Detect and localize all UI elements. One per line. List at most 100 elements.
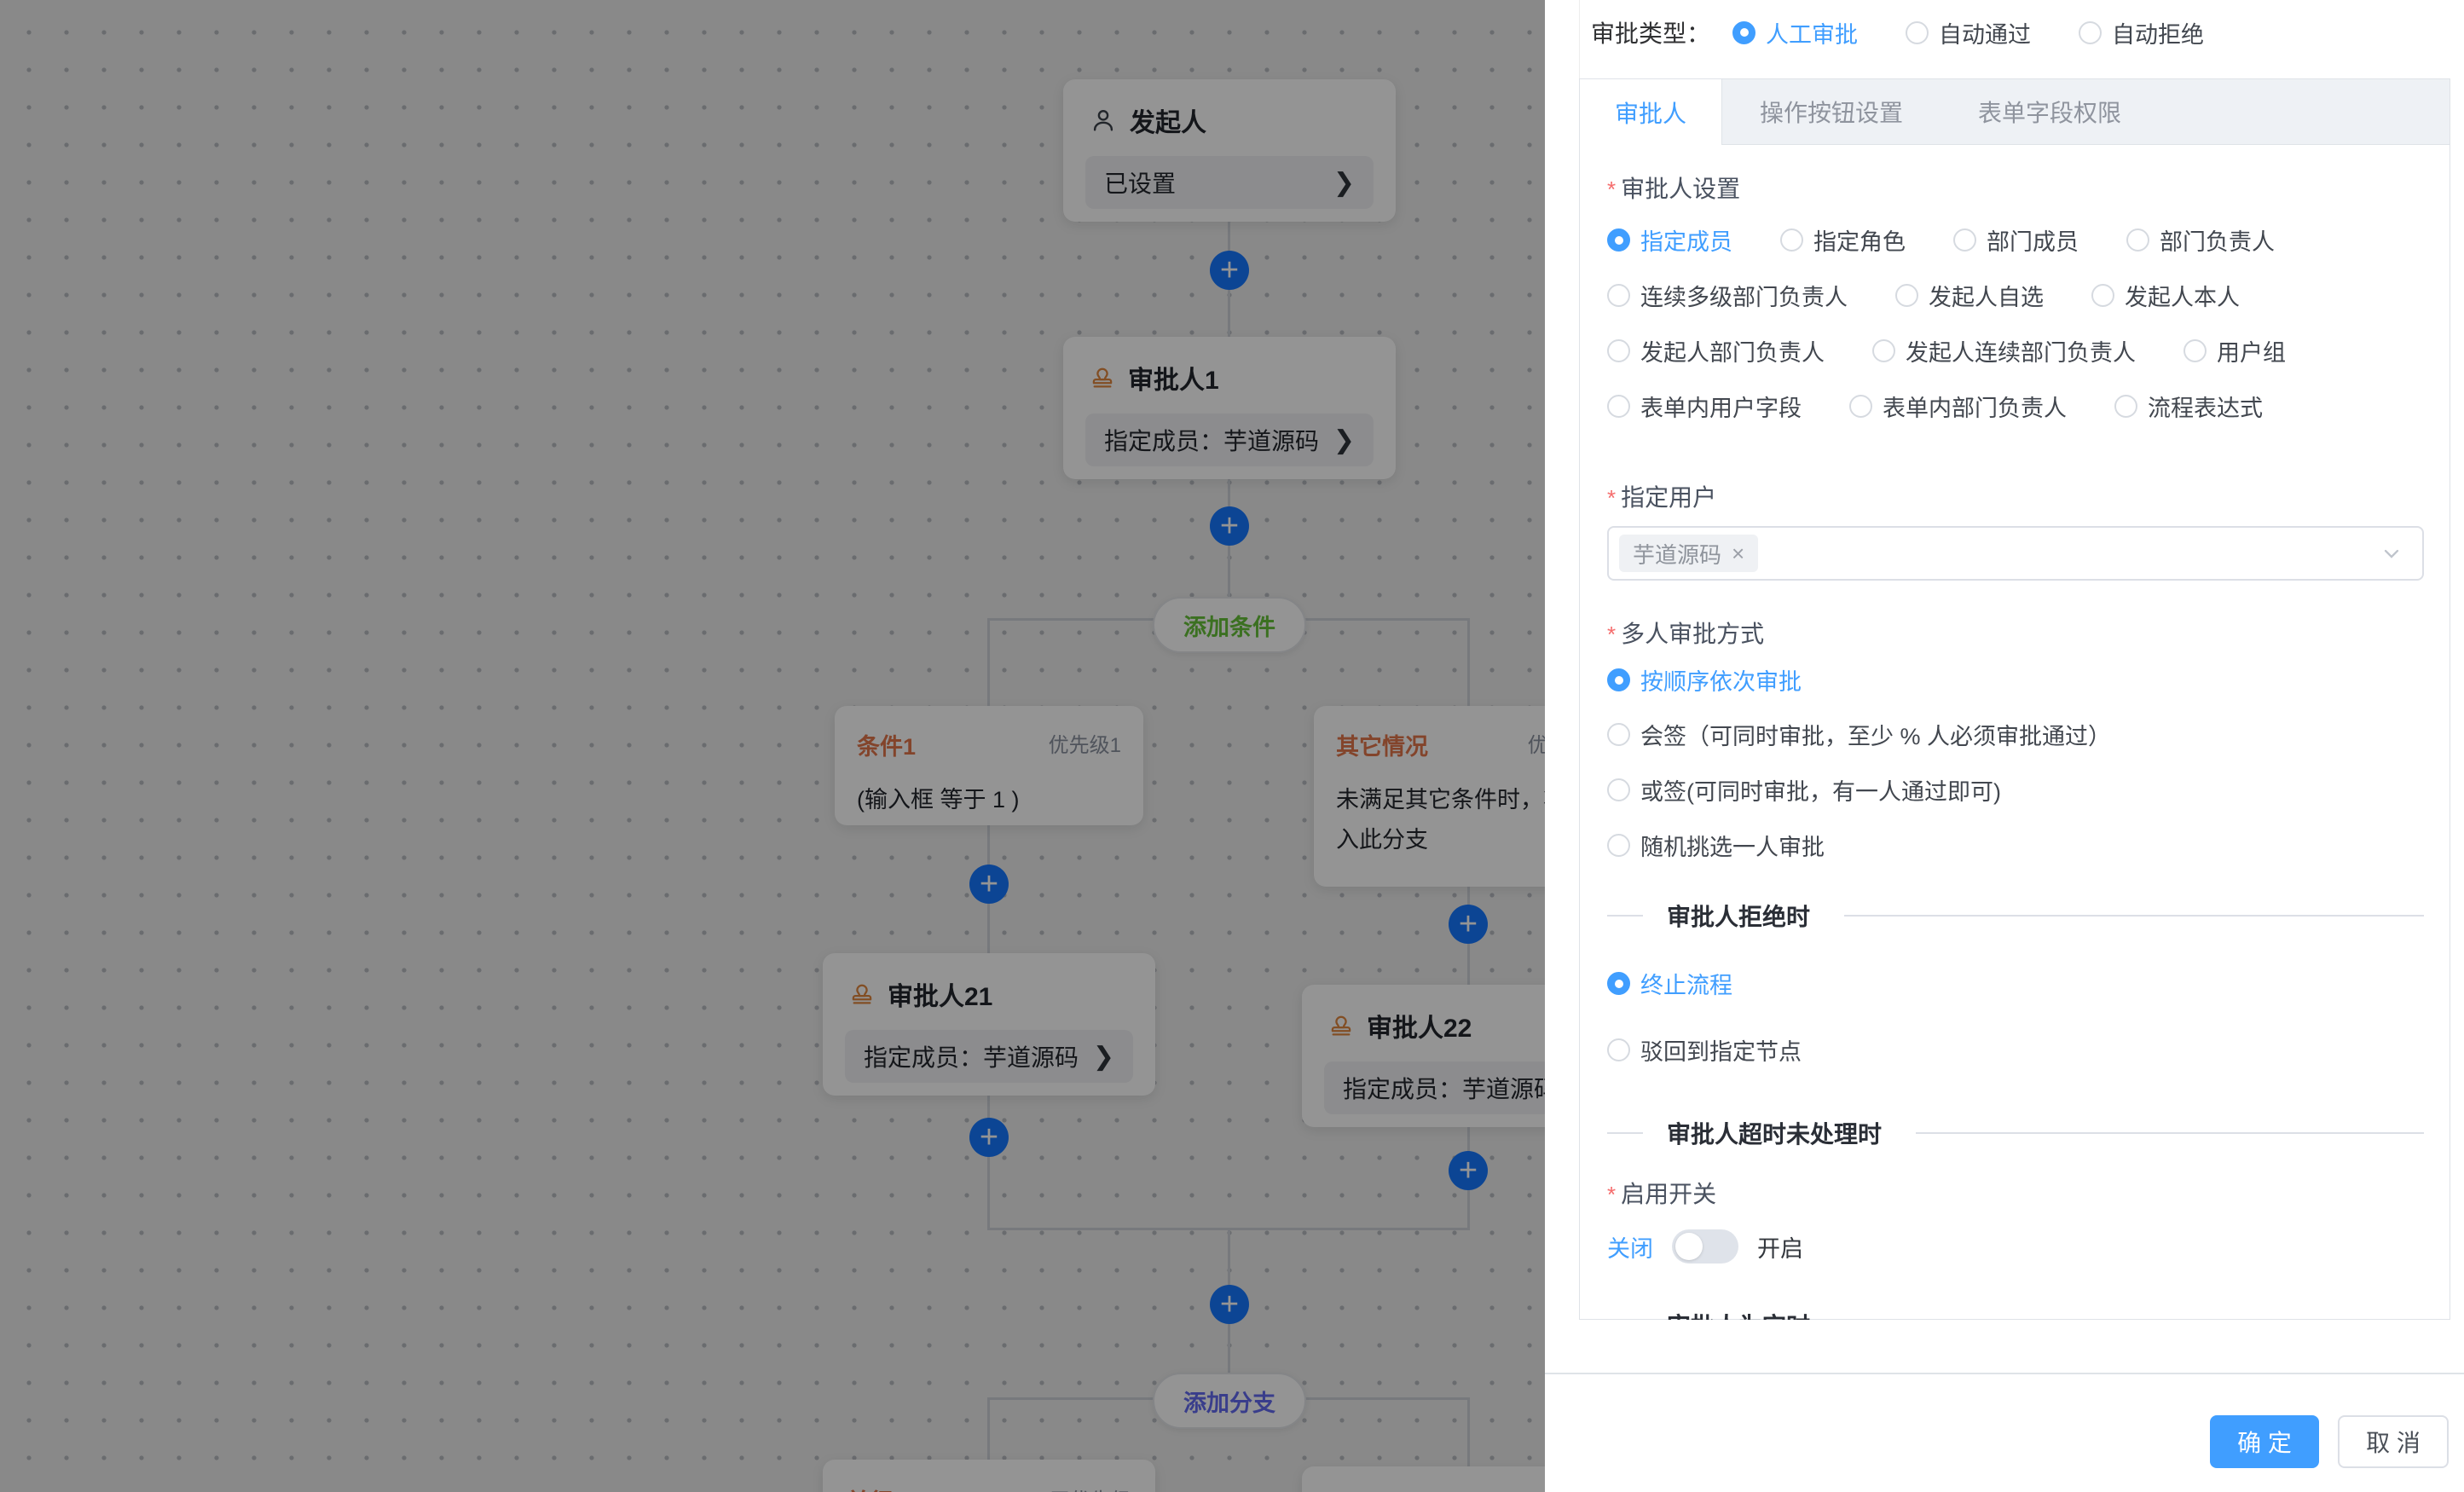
timeout-switch-row: 关闭 开启 <box>1607 1229 2424 1264</box>
timeout-enable-toggle[interactable] <box>1672 1229 1738 1264</box>
radio-label: 驳回到指定节点 <box>1640 1033 1802 1067</box>
radio-icon <box>1607 972 1630 995</box>
radio-label: 用户组 <box>2217 334 2286 367</box>
tab-approver[interactable]: 审批人 <box>1580 79 1722 145</box>
radio-starter-dept-leader[interactable]: 发起人部门负责人 <box>1607 334 1825 367</box>
empty-section-divider: 审批人为空时 <box>1607 1308 2424 1320</box>
toggle-knob <box>1675 1233 1703 1260</box>
switch-off-label: 关闭 <box>1607 1230 1653 1264</box>
radio-assigned-role[interactable]: 指定角色 <box>1780 223 1906 257</box>
radio-icon <box>2114 395 2137 418</box>
user-tag-text: 芋道源码 <box>1633 538 1721 570</box>
assign-user-label: 指定用户 <box>1607 479 2424 513</box>
radio-label: 按顺序依次审批 <box>1640 663 1802 697</box>
radio-icon <box>1607 668 1630 691</box>
tab-pane-approver: 审批人设置 指定成员 指定角色 部门成员 部门负责人 连续多级部门负责人 发起人… <box>1580 145 2450 1320</box>
radio-label: 表单内部门负责人 <box>1883 390 2067 423</box>
radio-icon <box>1780 228 1803 252</box>
approval-type-label: 审批类型： <box>1591 15 1710 49</box>
config-tabs: 审批人 操作按钮设置 表单字段权限 审批人设置 指定成员 指定角色 部门成员 部… <box>1579 78 2450 1320</box>
radio-return-to-node[interactable]: 驳回到指定节点 <box>1607 1033 1802 1067</box>
radio-terminate-process[interactable]: 终止流程 <box>1607 967 1732 1000</box>
radio-starter-self-select[interactable]: 发起人自选 <box>1895 279 2044 312</box>
radio-label: 指定角色 <box>1813 223 1906 257</box>
approver-setting-row3: 发起人部门负责人 发起人连续部门负责人 用户组 <box>1607 334 2424 367</box>
tag-close-icon[interactable]: × <box>1732 541 1744 567</box>
timeout-section-divider: 审批人超时未处理时 <box>1607 1116 2424 1150</box>
radio-label: 部门成员 <box>1987 223 2079 257</box>
radio-icon <box>1953 228 1976 252</box>
radio-icon <box>1607 834 1630 857</box>
radio-icon <box>1607 1038 1630 1061</box>
tab-button-settings[interactable]: 操作按钮设置 <box>1722 79 1941 144</box>
panel-footer: 确 定 取 消 <box>1545 1373 2464 1492</box>
radio-random-one[interactable]: 随机挑选一人审批 <box>1607 829 1825 862</box>
multi-mode-option: 会签（可同时审批，至少 % 人必须审批通过） <box>1607 718 2424 751</box>
radio-label: 发起人本人 <box>2125 279 2240 312</box>
reject-option: 驳回到指定节点 <box>1607 1033 2424 1067</box>
radio-label: 流程表达式 <box>2148 390 2263 423</box>
radio-countersign[interactable]: 会签（可同时审批，至少 % 人必须审批通过） <box>1607 718 2111 751</box>
radio-icon <box>1607 339 1630 362</box>
radio-dept-member[interactable]: 部门成员 <box>1953 223 2079 257</box>
user-tag: 芋道源码 × <box>1619 535 1758 572</box>
panel-divider <box>1579 0 1580 78</box>
radio-label: 表单内用户字段 <box>1640 390 1802 423</box>
radio-form-dept-leader[interactable]: 表单内部门负责人 <box>1849 390 2067 423</box>
radio-starter-multi-dept-leader[interactable]: 发起人连续部门负责人 <box>1872 334 2136 367</box>
confirm-button[interactable]: 确 定 <box>2210 1415 2319 1468</box>
approver-setting-row2: 连续多级部门负责人 发起人自选 发起人本人 <box>1607 279 2424 312</box>
radio-label: 人工审批 <box>1766 16 1858 49</box>
multi-mode-option: 随机挑选一人审批 <box>1607 829 2424 862</box>
radio-label: 连续多级部门负责人 <box>1640 279 1848 312</box>
multi-mode-option: 或签(可同时审批，有一人通过即可) <box>1607 773 2424 807</box>
radio-icon <box>2079 21 2102 44</box>
radio-label: 指定成员 <box>1640 223 1732 257</box>
radio-orsign[interactable]: 或签(可同时审批，有一人通过即可) <box>1607 773 2001 807</box>
tabs-header: 审批人 操作按钮设置 表单字段权限 <box>1580 79 2450 145</box>
radio-label: 发起人连续部门负责人 <box>1906 334 2136 367</box>
radio-icon <box>1732 21 1755 44</box>
tab-form-field-permissions[interactable]: 表单字段权限 <box>1941 79 2159 144</box>
workflow-designer: + + + + + + + 发起人 已设置 ❯ <box>0 0 2464 1492</box>
reject-section-title: 审批人拒绝时 <box>1667 899 1810 933</box>
radio-process-expression[interactable]: 流程表达式 <box>2114 390 2263 423</box>
radio-icon <box>1607 228 1630 252</box>
approver-setting-row4: 表单内用户字段 表单内部门负责人 流程表达式 <box>1607 390 2424 423</box>
radio-form-user-field[interactable]: 表单内用户字段 <box>1607 390 1802 423</box>
radio-user-group[interactable]: 用户组 <box>2183 334 2286 367</box>
radio-starter-self[interactable]: 发起人本人 <box>2091 279 2240 312</box>
radio-sequential-approve[interactable]: 按顺序依次审批 <box>1607 663 1802 697</box>
assign-user-select[interactable]: 芋道源码 × <box>1607 526 2424 581</box>
radio-dept-leader[interactable]: 部门负责人 <box>2126 223 2275 257</box>
cancel-button[interactable]: 取 消 <box>2338 1415 2449 1468</box>
radio-label: 终止流程 <box>1640 967 1732 1000</box>
modal-overlay[interactable] <box>0 0 1545 1492</box>
radio-label: 随机挑选一人审批 <box>1640 829 1825 862</box>
switch-on-label: 开启 <box>1757 1230 1803 1264</box>
radio-assigned-member[interactable]: 指定成员 <box>1607 223 1732 257</box>
reject-section-divider: 审批人拒绝时 <box>1607 899 2424 933</box>
enable-switch-label: 启用开关 <box>1607 1176 2424 1210</box>
multi-mode-option: 按顺序依次审批 <box>1607 663 2424 697</box>
approver-setting-label: 审批人设置 <box>1607 171 2424 205</box>
chevron-down-icon <box>2380 541 2403 565</box>
reject-option: 终止流程 <box>1607 967 2424 1000</box>
radio-label: 会签（可同时审批，至少 % 人必须审批通过） <box>1640 718 2111 751</box>
radio-icon <box>2183 339 2207 362</box>
approval-config-panel: 审批类型： 人工审批 自动通过 自动拒绝 审批人 操作按钮设置 表单字段权限 <box>1545 0 2464 1492</box>
radio-icon <box>1607 778 1630 801</box>
radio-icon <box>1849 395 1872 418</box>
radio-label: 部门负责人 <box>2160 223 2275 257</box>
radio-auto-pass[interactable]: 自动通过 <box>1906 16 2031 49</box>
radio-label: 发起人部门负责人 <box>1640 334 1825 367</box>
radio-label: 发起人自选 <box>1929 279 2044 312</box>
radio-auto-reject[interactable]: 自动拒绝 <box>2079 16 2204 49</box>
radio-multi-level-dept-leader[interactable]: 连续多级部门负责人 <box>1607 279 1848 312</box>
radio-manual-approve[interactable]: 人工审批 <box>1732 16 1858 49</box>
radio-icon <box>1607 284 1630 307</box>
empty-section-title: 审批人为空时 <box>1667 1308 1810 1320</box>
timeout-section-title: 审批人超时未处理时 <box>1667 1116 1882 1150</box>
approver-setting-row1: 指定成员 指定角色 部门成员 部门负责人 <box>1607 223 2424 257</box>
radio-icon <box>2126 228 2149 252</box>
